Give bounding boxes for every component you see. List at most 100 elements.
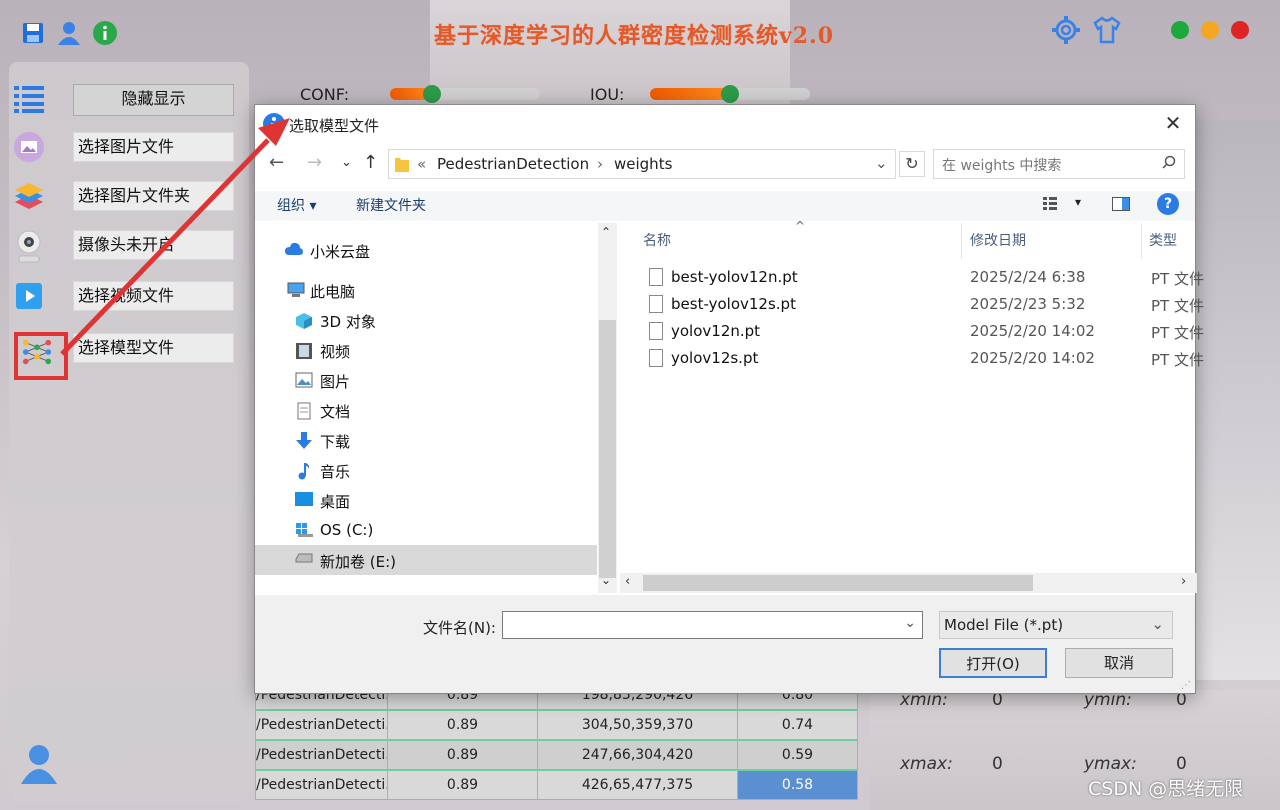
view-dropdown-icon[interactable]: ▾ <box>1075 195 1081 209</box>
open-button[interactable]: 打开(O) <box>939 648 1047 678</box>
file-icon <box>649 322 663 340</box>
info-icon[interactable] <box>93 21 117 45</box>
nav-item-pictures[interactable]: 图片 <box>255 365 597 395</box>
close-button[interactable] <box>1231 21 1249 39</box>
sidebar-item-webcam[interactable]: 摄像头未开启 <box>14 230 234 263</box>
table-cell-conf[interactable]: 0.89 <box>387 770 538 800</box>
minimize-button[interactable] <box>1201 21 1219 39</box>
dialog-title: 选取模型文件 <box>289 117 380 135</box>
file-row[interactable]: yolov12n.pt 2025/2/20 14:02 PT 文件 <box>643 319 1204 345</box>
table-cell-path[interactable]: /PedestrianDetecti... <box>255 710 388 740</box>
file-row[interactable]: best-yolov12n.pt 2025/2/24 6:38 PT 文件 <box>643 265 1204 291</box>
select-image-button[interactable]: 选择图片文件 <box>73 132 234 162</box>
dialog-close-icon[interactable]: ✕ <box>1161 111 1185 135</box>
image-icon <box>14 132 44 162</box>
file-list-hscroll-thumb[interactable] <box>643 575 1033 591</box>
new-folder-button[interactable]: 新建文件夹 <box>356 195 426 215</box>
sidebar-item-toggle-display[interactable]: 隐藏显示 <box>14 84 234 116</box>
filetype-select[interactable]: Model File (*.pt) ⌄ <box>939 611 1173 639</box>
table-cell-score[interactable]: 0.74 <box>737 710 858 740</box>
table-row[interactable]: /PedestrianDetecti... 0.89 426,65,477,37… <box>255 770 859 800</box>
theme-shirt-icon[interactable] <box>1091 14 1123 46</box>
nav-item-downloads[interactable]: 下载 <box>255 425 597 455</box>
user-icon[interactable] <box>57 21 81 45</box>
back-arrow-icon[interactable]: ← <box>269 152 284 173</box>
scroll-left-icon[interactable]: ‹ <box>625 574 630 589</box>
help-icon[interactable]: ? <box>1157 193 1179 215</box>
nav-pane-scroll-thumb[interactable] <box>599 320 616 578</box>
table-cell-path[interactable]: /PedestrianDetecti... <box>255 740 388 770</box>
table-cell-path[interactable]: /PedestrianDetecti... <box>255 770 388 800</box>
table-row[interactable]: /PedestrianDetecti... 0.89 247,66,304,42… <box>255 740 859 770</box>
file-row[interactable]: yolov12s.pt 2025/2/20 14:02 PT 文件 <box>643 346 1204 372</box>
webcam-button[interactable]: 摄像头未开启 <box>73 230 234 260</box>
filename-dropdown-icon[interactable]: ⌄ <box>904 615 916 631</box>
breadcrumb-item-project[interactable]: PedestrianDetection <box>437 155 589 173</box>
save-icon[interactable] <box>21 21 45 45</box>
results-table[interactable]: /PedestrianDetecti... 0.89 198,83,290,42… <box>255 680 859 802</box>
scroll-up-icon[interactable]: ⌃ <box>601 225 611 239</box>
nav-item-drive-c[interactable]: OS (C:) <box>255 515 597 545</box>
dialog-app-icon <box>263 113 285 139</box>
conf-slider[interactable] <box>390 88 540 100</box>
preview-pane-icon[interactable] <box>1112 197 1130 215</box>
table-cell-conf[interactable]: 0.89 <box>387 740 538 770</box>
conf-slider-handle[interactable] <box>423 85 441 103</box>
nav-item-music[interactable]: 音乐 <box>255 455 597 485</box>
table-cell-conf[interactable]: 0.89 <box>387 710 538 740</box>
recent-locations-chevron-icon[interactable]: ⌄ <box>341 155 352 170</box>
nav-item-drive-e[interactable]: 新加卷 (E:) <box>255 545 597 575</box>
nav-item-documents[interactable]: 文档 <box>255 395 597 425</box>
toggle-display-button[interactable]: 隐藏显示 <box>73 84 234 116</box>
breadcrumb-item-weights[interactable]: weights <box>614 155 672 173</box>
conf-label: CONF: <box>300 85 350 104</box>
column-header-name[interactable]: 名称 <box>643 223 671 259</box>
nav-item-xiaomi-cloud[interactable]: 小米云盘 <box>255 235 597 265</box>
column-header-date[interactable]: 修改日期 <box>970 223 1026 259</box>
file-type: PT 文件 <box>1151 270 1204 288</box>
forward-arrow-icon[interactable]: → <box>307 152 322 173</box>
background-preview-strip <box>1196 120 1280 680</box>
select-video-button[interactable]: 选择视频文件 <box>73 281 234 311</box>
address-dropdown-icon[interactable]: ⌄ <box>875 154 888 172</box>
cancel-button[interactable]: 取消 <box>1065 648 1173 678</box>
maximize-button[interactable] <box>1171 21 1189 39</box>
command-bar: 组织 ▾ 新建文件夹 ▾ ? <box>255 191 1195 221</box>
user-avatar-icon[interactable] <box>20 744 58 784</box>
refresh-icon[interactable]: ↻ <box>899 151 925 177</box>
windows-drive-icon <box>295 522 313 538</box>
sidebar-item-select-image-folder[interactable]: 选择图片文件夹 <box>14 181 234 211</box>
select-image-folder-button[interactable]: 选择图片文件夹 <box>73 181 234 211</box>
file-row[interactable]: best-yolov12s.pt 2025/2/23 5:32 PT 文件 <box>643 292 1204 318</box>
desktop-icon <box>295 492 313 508</box>
search-box[interactable]: 在 weights 中搜索 <box>933 149 1185 179</box>
sidebar <box>9 62 249 802</box>
view-options-icon[interactable] <box>1043 197 1063 215</box>
up-arrow-icon[interactable]: ↑ <box>363 152 378 173</box>
breadcrumb-overflow[interactable]: « <box>417 155 426 173</box>
table-cell-box[interactable]: 426,65,477,375 <box>537 770 738 800</box>
table-row[interactable]: /PedestrianDetecti... 0.89 304,50,359,37… <box>255 710 859 740</box>
settings-gear-icon[interactable] <box>1050 14 1082 46</box>
sidebar-item-select-image[interactable]: 选择图片文件 <box>14 132 234 162</box>
resize-grip-icon[interactable]: ⋰ <box>1181 680 1191 691</box>
nav-item-videos[interactable]: 视频 <box>255 335 597 365</box>
nav-item-desktop[interactable]: 桌面 <box>255 485 597 515</box>
nav-item-this-pc[interactable]: 此电脑 <box>255 275 597 305</box>
iou-slider-handle[interactable] <box>721 85 739 103</box>
table-cell-box[interactable]: 247,66,304,420 <box>537 740 738 770</box>
sidebar-item-select-video[interactable]: 选择视频文件 <box>14 281 234 311</box>
address-bar[interactable]: « PedestrianDetection › weights ⌄ <box>388 149 896 179</box>
nav-item-3d-objects[interactable]: 3D 对象 <box>255 305 597 335</box>
filename-input[interactable]: ⌄ <box>502 611 923 639</box>
layers-icon <box>14 181 44 211</box>
table-cell-score-selected[interactable]: 0.58 <box>737 770 858 800</box>
scroll-right-icon[interactable]: › <box>1181 574 1186 589</box>
select-model-button[interactable]: 选择模型文件 <box>73 333 234 363</box>
organize-menu-button[interactable]: 组织 ▾ <box>277 195 316 215</box>
table-cell-score[interactable]: 0.59 <box>737 740 858 770</box>
table-cell-box[interactable]: 304,50,359,370 <box>537 710 738 740</box>
navigation-pane[interactable]: 小米云盘 此电脑 3D 对象 视频 图片 文档 下载 音乐 桌面 OS (C:)… <box>255 223 600 593</box>
scroll-down-icon[interactable]: ⌄ <box>601 573 611 587</box>
column-header-type[interactable]: 类型 <box>1149 223 1177 259</box>
